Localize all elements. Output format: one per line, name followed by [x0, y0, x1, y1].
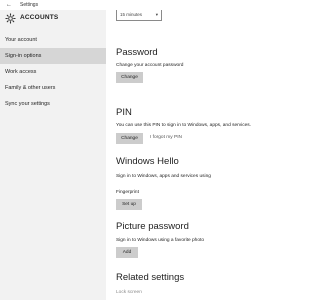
back-arrow-icon[interactable]: ←	[6, 0, 12, 10]
pin-description: You can use this PIN to sign in to Windo…	[116, 123, 252, 128]
sidebar-item-your-account[interactable]: Your account	[0, 32, 106, 48]
picture-password-description: Sign in to Windows using a favorite phot…	[116, 238, 204, 243]
sidebar-item-family-other-users[interactable]: Family & other users	[0, 80, 106, 96]
sidebar: ACCOUNTS Your account Sign-in options Wo…	[0, 10, 106, 300]
fingerprint-label: Fingerprint	[116, 190, 139, 195]
sidebar-item-sign-in-options[interactable]: Sign-in options	[0, 48, 106, 64]
gear-icon	[5, 13, 16, 24]
main-content: 15 minutes ▾ Password Change your accoun…	[106, 10, 266, 300]
lock-screen-link[interactable]: Lock screen	[116, 290, 142, 295]
windows-hello-heading: Windows Hello	[116, 156, 179, 167]
title-bar: ← Settings	[0, 0, 266, 10]
sidebar-item-sync-settings[interactable]: Sync your settings	[0, 96, 106, 112]
forgot-pin-link[interactable]: I forgot my PIN	[150, 135, 182, 140]
chevron-down-icon: ▾	[155, 12, 158, 17]
dropdown-value: 15 minutes	[120, 12, 143, 17]
sidebar-item-work-access[interactable]: Work access	[0, 64, 106, 80]
picture-password-add-button[interactable]: Add	[116, 247, 138, 258]
pin-heading: PIN	[116, 107, 132, 118]
fingerprint-setup-button[interactable]: Set up	[116, 199, 142, 210]
related-settings-heading: Related settings	[116, 272, 185, 283]
picture-password-heading: Picture password	[116, 221, 189, 232]
sidebar-header: ACCOUNTS	[0, 10, 106, 28]
password-heading: Password	[116, 47, 158, 58]
password-change-button[interactable]: Change	[116, 72, 143, 83]
sidebar-title: ACCOUNTS	[20, 14, 59, 21]
window-title: Settings	[20, 2, 39, 8]
pin-change-button[interactable]: Change	[116, 133, 143, 144]
require-sign-in-dropdown[interactable]: 15 minutes ▾	[116, 10, 162, 21]
password-description: Change your account password	[116, 63, 184, 68]
windows-hello-description: Sign in to Windows, apps and services us…	[116, 174, 211, 179]
